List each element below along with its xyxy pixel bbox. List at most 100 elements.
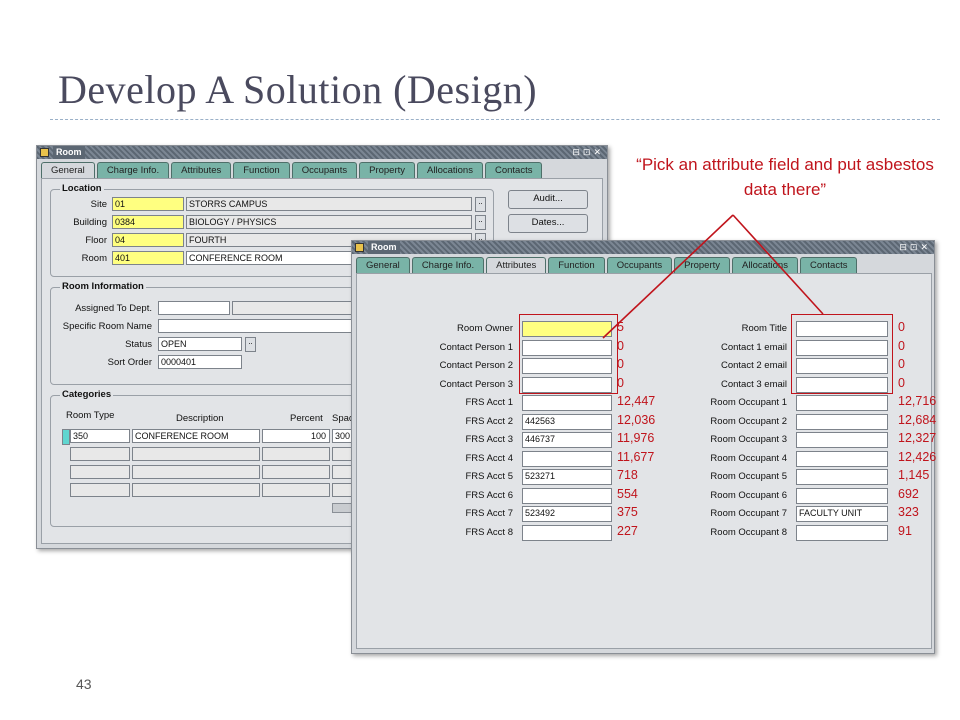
site-desc-field: STORRS CAMPUS xyxy=(186,197,472,211)
frs-acct-1-field[interactable] xyxy=(522,395,612,411)
tab-allocations[interactable]: Allocations xyxy=(732,257,798,273)
tab-function[interactable]: Function xyxy=(233,162,290,178)
percent-field[interactable] xyxy=(262,465,330,479)
contact-2-email-label: Contact 2 email xyxy=(720,360,787,371)
frs-acct-4-usage-count: 11,677 xyxy=(617,449,655,464)
room-occupant-3-field[interactable] xyxy=(796,432,888,448)
tab-allocations[interactable]: Allocations xyxy=(417,162,483,178)
frs-acct-3-field[interactable]: 446737 xyxy=(522,432,612,448)
status-lov-button[interactable]: .. xyxy=(245,337,256,352)
category-description-field[interactable] xyxy=(132,447,260,461)
frs-acct-8-field[interactable] xyxy=(522,524,612,541)
frs-acct-2-usage-count: 12,036 xyxy=(617,412,656,427)
percent-field[interactable]: 100 xyxy=(262,429,330,443)
building-lov-button[interactable]: .. xyxy=(475,215,486,230)
room-occupant-1-field[interactable] xyxy=(796,395,888,411)
assigned-dept-code-field[interactable] xyxy=(158,301,230,315)
tab-property[interactable]: Property xyxy=(359,162,416,178)
specific-room-name-field[interactable] xyxy=(158,319,352,333)
dates-button[interactable]: Dates... xyxy=(508,214,588,233)
floor-code-field[interactable]: 04 xyxy=(112,233,184,247)
category-description-field[interactable]: CONFERENCE ROOM xyxy=(132,429,260,443)
room-occupant-7-field[interactable]: FACULTY UNIT xyxy=(796,506,888,522)
tab-function[interactable]: Function xyxy=(548,257,605,273)
frs-acct-1-usage-count: 12,447 xyxy=(617,394,656,408)
categories-label: Categories xyxy=(60,389,114,400)
room-occupant-1-label: Room Occupant 1 xyxy=(710,397,787,408)
back-window-titlebar[interactable]: Room ⊟⊡✕ xyxy=(37,146,607,159)
room-occupant-5-field[interactable] xyxy=(796,469,888,485)
room-owner-label: Room Owner xyxy=(457,323,513,334)
status-label: Status xyxy=(125,339,152,350)
frs-acct-2-label: FRS Acct 2 xyxy=(465,415,513,427)
title-divider xyxy=(50,119,940,120)
window-controls-icon[interactable]: ⊟⊡✕ xyxy=(572,146,604,159)
tab-charge-info[interactable]: Charge Info. xyxy=(411,257,485,273)
room-code-field[interactable]: 401 xyxy=(112,251,184,265)
room-occupant-5-usage-count: 1,145 xyxy=(898,468,930,482)
frs-acct-2-field[interactable]: 442563 xyxy=(522,413,612,430)
room-occupant-7-label: Room Occupant 7 xyxy=(710,508,787,519)
room-occupant-2-usage-count: 12,684 xyxy=(898,412,937,427)
site-code-field[interactable]: 01 xyxy=(112,197,184,211)
tab-contacts[interactable]: Contacts xyxy=(484,162,543,178)
frs-acct-8-label: FRS Acct 8 xyxy=(465,526,513,538)
room-title-label: Room Title xyxy=(741,323,787,334)
site-lov-button[interactable]: .. xyxy=(475,197,486,212)
frs-acct-7-label: FRS Acct 7 xyxy=(465,508,513,519)
audit-button[interactable]: Audit... xyxy=(508,190,588,209)
frs-acct-5-label: FRS Acct 5 xyxy=(465,471,513,482)
room-type-field[interactable] xyxy=(70,447,130,461)
frs-acct-3-label: FRS Acct 3 xyxy=(465,434,513,445)
site-label: Site xyxy=(90,199,107,210)
frs-acct-7-field[interactable]: 523492 xyxy=(522,506,612,522)
tab-occupants[interactable]: Occupants xyxy=(291,162,358,178)
front-window-title: Room xyxy=(368,241,400,254)
contact-person-1-label: Contact Person 1 xyxy=(439,341,513,353)
frs-acct-5-field[interactable]: 523271 xyxy=(522,469,612,485)
tab-charge-info[interactable]: Charge Info. xyxy=(96,162,170,178)
tab-contacts[interactable]: Contacts xyxy=(799,257,858,273)
room-occupant-3-label: Room Occupant 3 xyxy=(710,434,787,445)
tab-attributes[interactable]: Attributes xyxy=(171,162,232,178)
room-occupant-2-field[interactable] xyxy=(796,413,888,430)
room-occupant-6-field[interactable] xyxy=(796,487,888,504)
tab-attributes[interactable]: Attributes xyxy=(486,257,547,274)
room-occupant-8-field[interactable] xyxy=(796,524,888,541)
slide-number: 43 xyxy=(76,676,92,692)
specific-room-name-label: Specific Room Name xyxy=(62,321,152,332)
building-desc-field: BIOLOGY / PHYSICS xyxy=(186,215,472,229)
tab-property[interactable]: Property xyxy=(674,257,731,273)
category-description-field[interactable] xyxy=(132,483,260,497)
room-type-field[interactable] xyxy=(70,483,130,497)
front-window-titlebar[interactable]: Room ⊟⊡✕ xyxy=(352,241,934,254)
window-controls-icon[interactable]: ⊟⊡✕ xyxy=(899,241,931,254)
category-description-field[interactable] xyxy=(132,465,260,479)
location-label: Location xyxy=(60,183,104,194)
percent-field[interactable] xyxy=(262,447,330,461)
room-occupant-6-usage-count: 692 xyxy=(898,486,919,501)
right-highlight-box xyxy=(791,314,893,394)
building-code-field[interactable]: 0384 xyxy=(112,215,184,229)
tab-occupants[interactable]: Occupants xyxy=(606,257,673,273)
tab-general[interactable]: General xyxy=(41,162,95,179)
room-occupant-8-label: Room Occupant 8 xyxy=(710,526,787,538)
callout-quote: “Pick an attribute field and put asbesto… xyxy=(636,155,934,199)
status-field[interactable]: OPEN xyxy=(158,337,242,351)
frs-acct-7-usage-count: 375 xyxy=(617,505,638,519)
row-indicator[interactable] xyxy=(62,429,70,445)
room-occupant-2-label: Room Occupant 2 xyxy=(710,415,787,427)
room-occupant-4-usage-count: 12,426 xyxy=(898,449,937,464)
frs-acct-4-field[interactable] xyxy=(522,450,612,467)
contact-person-3-usage-count: 0 xyxy=(617,375,624,390)
back-window-title: Room xyxy=(53,146,85,159)
sort-order-field[interactable]: 0000401 xyxy=(158,355,242,369)
assigned-dept-desc-field xyxy=(232,301,352,315)
room-occupant-4-field[interactable] xyxy=(796,450,888,467)
frs-acct-6-field[interactable] xyxy=(522,487,612,504)
room-type-field[interactable] xyxy=(70,465,130,479)
percent-field[interactable] xyxy=(262,483,330,497)
tab-general[interactable]: General xyxy=(356,257,410,273)
room-type-field[interactable]: 350 xyxy=(70,429,130,443)
slide-title: Develop A Solution (Design) xyxy=(58,67,538,112)
